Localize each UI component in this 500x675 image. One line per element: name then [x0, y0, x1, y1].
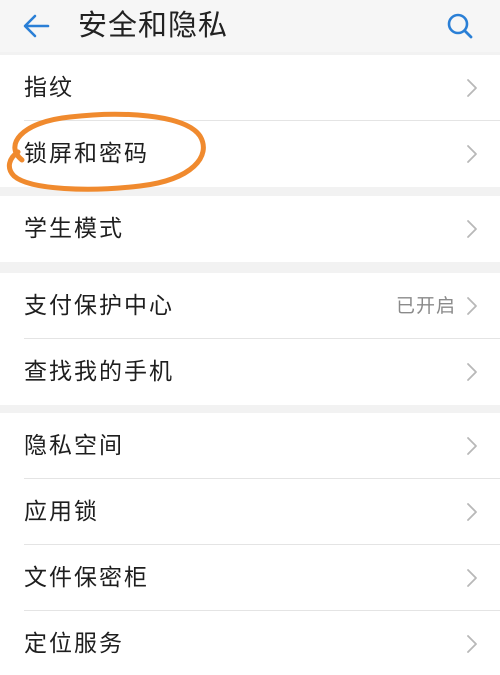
- settings-screen: 安全和隐私 指纹 锁屏和密码 学生模式 支付保护中心 已开启 查找我的手机 隐私…: [0, 0, 500, 675]
- search-button[interactable]: [440, 6, 480, 46]
- chevron-right-icon: [467, 145, 477, 163]
- settings-row-file-safe[interactable]: 文件保密柜: [0, 545, 500, 611]
- chevron-right-icon: [467, 297, 477, 315]
- settings-group-biometrics: 指纹 锁屏和密码: [0, 55, 500, 187]
- settings-group-student: 学生模式: [0, 196, 500, 262]
- chevron-right-icon: [467, 503, 477, 521]
- row-label: 隐私空间: [24, 433, 124, 459]
- settings-group-payment: 支付保护中心 已开启 查找我的手机: [0, 273, 500, 405]
- row-label: 查找我的手机: [24, 359, 174, 385]
- row-label: 指纹: [24, 75, 74, 101]
- row-label: 文件保密柜: [24, 565, 149, 591]
- back-button[interactable]: [18, 6, 58, 46]
- settings-group-privacy: 隐私空间 应用锁 文件保密柜 定位服务: [0, 413, 500, 675]
- settings-row-student-mode[interactable]: 学生模式: [0, 196, 500, 262]
- page-title: 安全和隐私: [78, 8, 229, 42]
- chevron-right-icon: [467, 79, 477, 97]
- settings-row-fingerprint[interactable]: 指纹: [0, 55, 500, 121]
- app-bar: 安全和隐私: [0, 0, 500, 52]
- row-label: 支付保护中心: [24, 293, 174, 319]
- chevron-right-icon: [467, 363, 477, 381]
- settings-row-payment-protection[interactable]: 支付保护中心 已开启: [0, 273, 500, 339]
- chevron-right-icon: [467, 437, 477, 455]
- chevron-right-icon: [467, 569, 477, 587]
- row-label: 锁屏和密码: [24, 141, 149, 167]
- arrow-left-icon: [23, 14, 50, 38]
- row-label: 定位服务: [24, 631, 124, 657]
- settings-row-private-space[interactable]: 隐私空间: [0, 413, 500, 479]
- settings-row-find-my-phone[interactable]: 查找我的手机: [0, 339, 500, 405]
- settings-row-location-services[interactable]: 定位服务: [0, 611, 500, 675]
- row-label: 学生模式: [24, 216, 124, 242]
- settings-row-app-lock[interactable]: 应用锁: [0, 479, 500, 545]
- chevron-right-icon: [467, 635, 477, 653]
- settings-row-lockscreen-password[interactable]: 锁屏和密码: [0, 121, 500, 187]
- row-label: 应用锁: [24, 499, 99, 525]
- status-text: 已开启: [395, 295, 456, 317]
- chevron-right-icon: [467, 220, 477, 238]
- search-icon: [447, 13, 473, 39]
